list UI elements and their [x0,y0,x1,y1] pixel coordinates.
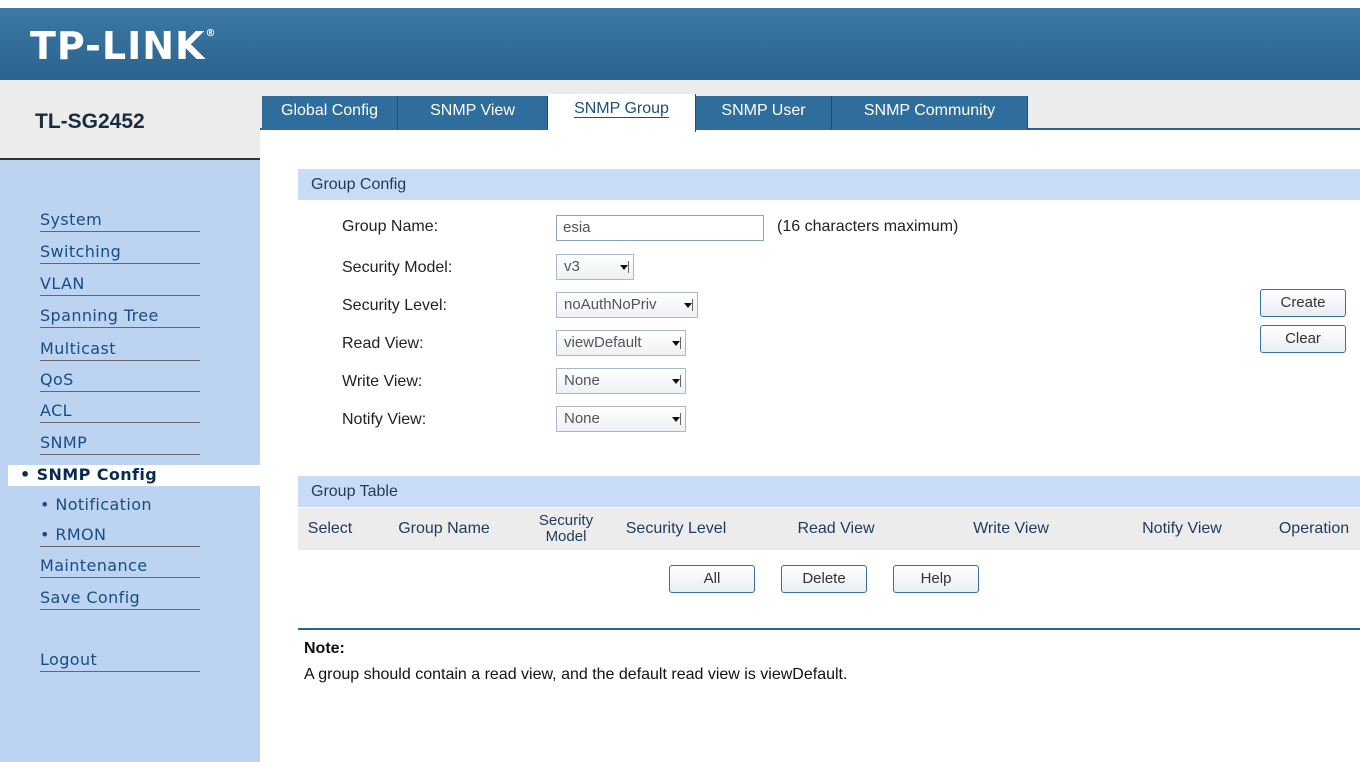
col-notify-view: Notify View [1142,520,1222,537]
col-security-model: Security Model [538,512,594,545]
security-level-label: Security Level: [342,297,447,314]
write-view-select[interactable]: None [556,368,686,394]
delete-button[interactable]: Delete [781,565,867,593]
sidebar-item-spanning-tree[interactable]: Spanning Tree [40,306,200,328]
note-text: A group should contain a read view, and … [304,666,848,683]
sidebar-item-snmp[interactable]: SNMP [40,433,200,455]
tab-snmp-community[interactable]: SNMP Community [832,96,1028,130]
sidebar-item-snmp-config[interactable]: • SNMP Config [8,465,260,486]
tp-link-logo: TP-LINK® [30,24,217,68]
write-view-value: None [564,372,600,389]
tab-snmp-user[interactable]: SNMP User [696,96,832,130]
col-security-level: Security Level [625,520,727,537]
col-select: Select [307,520,353,537]
security-model-value: v3 [564,258,580,275]
notify-view-label: Notify View: [342,411,427,428]
select-all-button[interactable]: All [669,565,755,593]
chevron-down-icon [671,337,681,349]
sidebar-item-multicast[interactable]: Multicast [40,339,200,361]
device-model: TL-SG2452 [35,110,145,133]
read-view-value: viewDefault [564,334,642,351]
sidebar-item-qos[interactable]: QoS [40,370,200,392]
write-view-label: Write View: [342,373,423,390]
group-name-hint: (16 characters maximum) [777,218,959,235]
notify-view-select[interactable]: None [556,406,686,432]
tab-snmp-group[interactable]: SNMP Group [548,94,696,132]
col-write-view: Write View [973,520,1049,537]
read-view-label: Read View: [342,335,424,352]
sidebar-item-vlan[interactable]: VLAN [40,274,200,296]
tab-snmp-view[interactable]: SNMP View [398,96,548,130]
note-title: Note: [304,640,345,657]
model-box: TL-SG2452 [0,80,260,160]
help-button[interactable]: Help [893,565,979,593]
sidebar-item-save-config[interactable]: Save Config [40,588,200,610]
security-level-value: noAuthNoPriv [564,296,657,313]
col-read-view: Read View [797,520,875,537]
group-name-label: Group Name: [342,218,439,235]
group-table-header: Group Table [298,476,1360,507]
notify-view-value: None [564,410,600,427]
security-model-select[interactable]: v3 [556,254,634,280]
security-model-label: Security Model: [342,259,453,276]
group-name-input[interactable]: esia [556,215,764,241]
col-operation: Operation [1278,520,1350,537]
sidebar-item-logout[interactable]: Logout [40,650,200,672]
create-button[interactable]: Create [1260,289,1346,317]
sidebar-item-acl[interactable]: ACL [40,401,200,423]
chevron-down-icon [671,375,681,387]
tab-strip: Global Config SNMP View SNMP Group SNMP … [260,80,1360,132]
sidebar-item-system[interactable]: System [40,210,200,232]
group-table-columns: Select Group Name Security Model Securit… [298,508,1360,550]
sidebar-item-switching[interactable]: Switching [40,242,200,264]
chevron-down-icon [619,261,629,273]
sidebar-item-notification[interactable]: • Notification [40,495,200,516]
tab-global-config[interactable]: Global Config [262,96,398,130]
top-banner: TP-LINK® [0,0,1360,80]
group-config-header: Group Config [298,169,1360,200]
sidebar-item-rmon[interactable]: • RMON [40,525,200,547]
sidebar: TL-SG2452 System Switching VLAN Spanning… [0,80,260,762]
chevron-down-icon [671,413,681,425]
clear-button[interactable]: Clear [1260,325,1346,353]
sidebar-item-maintenance[interactable]: Maintenance [40,556,200,578]
chevron-down-icon [683,299,693,311]
read-view-select[interactable]: viewDefault [556,330,686,356]
security-level-select[interactable]: noAuthNoPriv [556,292,698,318]
col-group-name: Group Name [398,520,490,537]
note-divider [298,628,1360,630]
